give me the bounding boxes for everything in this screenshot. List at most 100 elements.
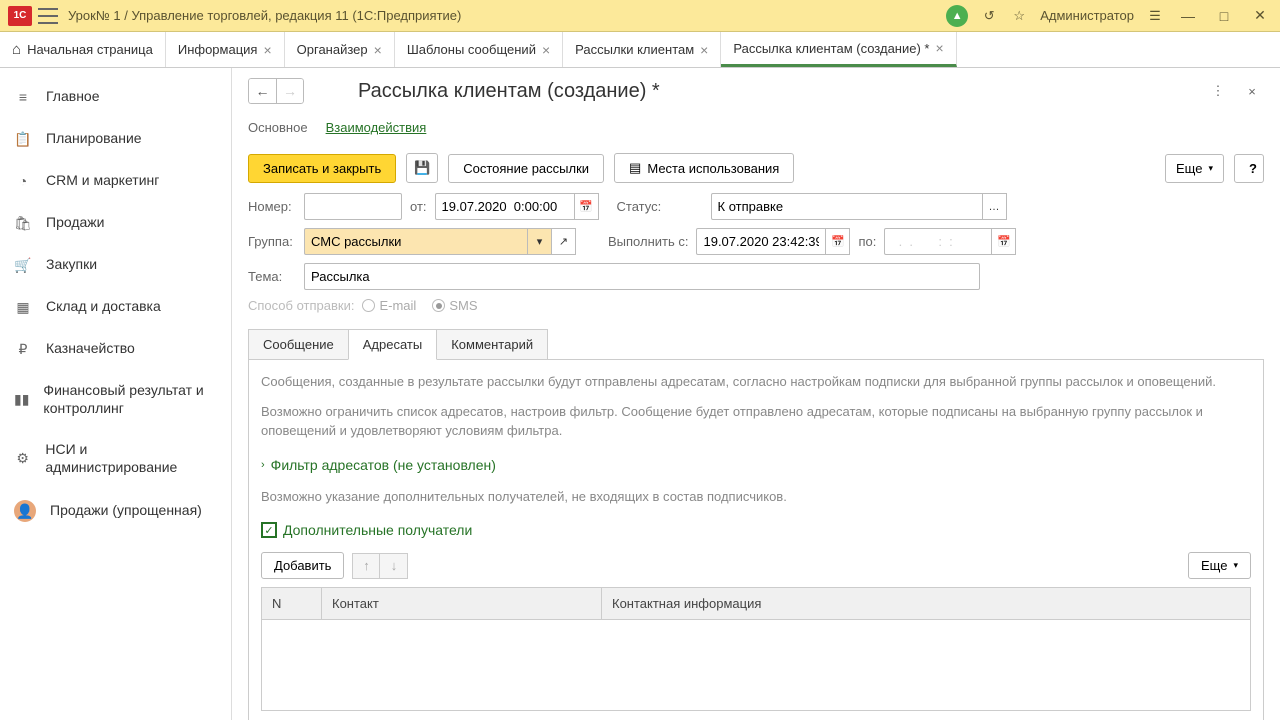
calendar-icon[interactable]: 📅: [826, 228, 850, 255]
sub-tab-comment[interactable]: Комментарий: [436, 329, 548, 360]
more-button[interactable]: Еще ▾: [1165, 154, 1224, 183]
bars-icon: ▮▮: [14, 391, 29, 409]
open-icon[interactable]: ↗: [552, 228, 576, 255]
more-actions-icon[interactable]: ⋮: [1206, 79, 1230, 103]
move-up-button[interactable]: ↑: [352, 553, 380, 579]
calendar-icon[interactable]: 📅: [575, 193, 599, 220]
tab-close-icon[interactable]: ×: [263, 42, 271, 58]
nav-forward-button[interactable]: →: [276, 78, 304, 104]
settings-icon[interactable]: ☰: [1146, 7, 1164, 25]
gear-icon: ⚙: [14, 450, 31, 468]
ruble-icon: ₽: [14, 340, 32, 358]
exec-from-input[interactable]: [696, 228, 826, 255]
table-body[interactable]: [262, 620, 1250, 710]
sub-tab-message[interactable]: Сообщение: [248, 329, 349, 360]
radio-label: E-mail: [379, 298, 416, 313]
to-label: по:: [858, 234, 876, 249]
sidebar-label: Склад и доставка: [46, 298, 161, 316]
calendar-icon: 📋: [14, 130, 32, 148]
sub-tab-recipients[interactable]: Адресаты: [348, 329, 437, 360]
filter-collapsible[interactable]: › Фильтр адресатов (не установлен): [261, 451, 1251, 479]
info-text-3: Возможно указание дополнительных получат…: [261, 487, 1251, 507]
tab-label: Начальная страница: [27, 42, 153, 57]
tab-organizer[interactable]: Органайзер ×: [285, 32, 395, 67]
page-title: Рассылка клиентам (создание) *: [358, 80, 1192, 103]
table-more-button[interactable]: Еще ▾: [1188, 552, 1251, 579]
sidebar-item-sales-simple[interactable]: 👤 Продажи (упрощенная): [0, 488, 231, 534]
th-info[interactable]: Контактная информация: [602, 588, 1250, 619]
sidebar-item-sales[interactable]: 🛍 Продажи: [0, 202, 231, 244]
close-panel-icon[interactable]: ×: [1240, 79, 1264, 103]
from-label: от:: [410, 199, 427, 214]
tab-close-icon[interactable]: ×: [935, 40, 943, 56]
th-contact[interactable]: Контакт: [322, 588, 602, 619]
avatar-icon: 👤: [14, 500, 36, 522]
group-input[interactable]: [304, 228, 528, 255]
sidebar-item-planning[interactable]: 📋 Планирование: [0, 118, 231, 160]
inner-tab-main[interactable]: Основное: [248, 114, 308, 141]
tab-home[interactable]: ⌂ Начальная страница: [0, 32, 166, 67]
home-icon: ⌂: [12, 41, 21, 58]
tab-label: Информация: [178, 42, 258, 57]
recipients-table: N Контакт Контактная информация: [261, 587, 1251, 711]
dropdown-icon[interactable]: ▾: [528, 228, 552, 255]
calendar-icon[interactable]: 📅: [992, 228, 1016, 255]
to-input[interactable]: [884, 228, 992, 255]
exec-from-label: Выполнить с:: [608, 234, 688, 249]
info-text-1: Сообщения, созданные в результате рассыл…: [261, 372, 1251, 392]
more-label: Еще: [1201, 558, 1227, 573]
minimize-button[interactable]: —: [1176, 4, 1200, 28]
sidebar-item-admin[interactable]: ⚙ НСИ и администрирование: [0, 429, 231, 488]
additional-collapsible[interactable]: ✓ Дополнительные получатели: [261, 516, 1251, 544]
radio-sms[interactable]: SMS: [432, 298, 477, 313]
number-input[interactable]: [304, 193, 402, 220]
star-icon[interactable]: ☆: [1010, 7, 1028, 25]
sidebar-item-main[interactable]: ≡ Главное: [0, 76, 231, 118]
info-text-2: Возможно ограничить список адресатов, на…: [261, 402, 1251, 441]
history-icon[interactable]: ↺: [980, 7, 998, 25]
tab-label: Рассылка клиентам (создание) *: [733, 41, 929, 56]
cart-icon: 🛍: [14, 214, 32, 232]
hamburger-icon[interactable]: [38, 8, 58, 24]
tab-templates[interactable]: Шаблоны сообщений ×: [395, 32, 563, 67]
notification-icon[interactable]: ▲: [946, 5, 968, 27]
basket-icon: 🛒: [14, 256, 32, 274]
status-input[interactable]: [711, 193, 983, 220]
user-label[interactable]: Администратор: [1040, 8, 1134, 23]
sidebar-item-crm[interactable]: ◔ CRM и маркетинг: [0, 160, 231, 202]
tab-close-icon[interactable]: ×: [542, 42, 550, 58]
pie-icon: ◔: [14, 172, 32, 190]
usage-button[interactable]: ▤ Места использования: [614, 153, 794, 183]
tab-close-icon[interactable]: ×: [374, 42, 382, 58]
recipients-panel: Сообщения, созданные в результате рассыл…: [248, 359, 1264, 720]
sidebar-label: CRM и маркетинг: [46, 172, 159, 190]
th-n[interactable]: N: [262, 588, 322, 619]
tab-mailing-create[interactable]: Рассылка клиентам (создание) * ×: [721, 32, 956, 67]
status-more-button[interactable]: …: [983, 193, 1007, 220]
save-button[interactable]: 💾: [406, 153, 438, 183]
add-button[interactable]: Добавить: [261, 552, 344, 579]
date-from-input[interactable]: [435, 193, 575, 220]
status-button[interactable]: Состояние рассылки: [448, 154, 604, 183]
nav-back-button[interactable]: ←: [248, 78, 276, 104]
tab-close-icon[interactable]: ×: [700, 42, 708, 58]
checkbox-icon: ✓: [261, 522, 277, 538]
move-down-button[interactable]: ↓: [380, 553, 408, 579]
sidebar-label: Продажи (упрощенная): [50, 502, 202, 520]
sidebar-item-purchases[interactable]: 🛒 Закупки: [0, 244, 231, 286]
sidebar-label: Главное: [46, 88, 100, 106]
inner-tab-interactions[interactable]: Взаимодействия: [326, 114, 427, 141]
sidebar-item-warehouse[interactable]: ▦ Склад и доставка: [0, 286, 231, 328]
help-button[interactable]: ?: [1234, 154, 1264, 183]
tab-mailings[interactable]: Рассылки клиентам ×: [563, 32, 721, 67]
sidebar-item-finance[interactable]: ▮▮ Финансовый результат и контроллинг: [0, 370, 231, 429]
tab-info[interactable]: Информация ×: [166, 32, 285, 67]
maximize-button[interactable]: □: [1212, 4, 1236, 28]
save-close-button[interactable]: Записать и закрыть: [248, 154, 396, 183]
radio-email[interactable]: E-mail: [362, 298, 416, 313]
tab-label: Шаблоны сообщений: [407, 42, 536, 57]
subject-label: Тема:: [248, 269, 296, 284]
close-button[interactable]: ✕: [1248, 4, 1272, 28]
subject-input[interactable]: [304, 263, 980, 290]
sidebar-item-treasury[interactable]: ₽ Казначейство: [0, 328, 231, 370]
